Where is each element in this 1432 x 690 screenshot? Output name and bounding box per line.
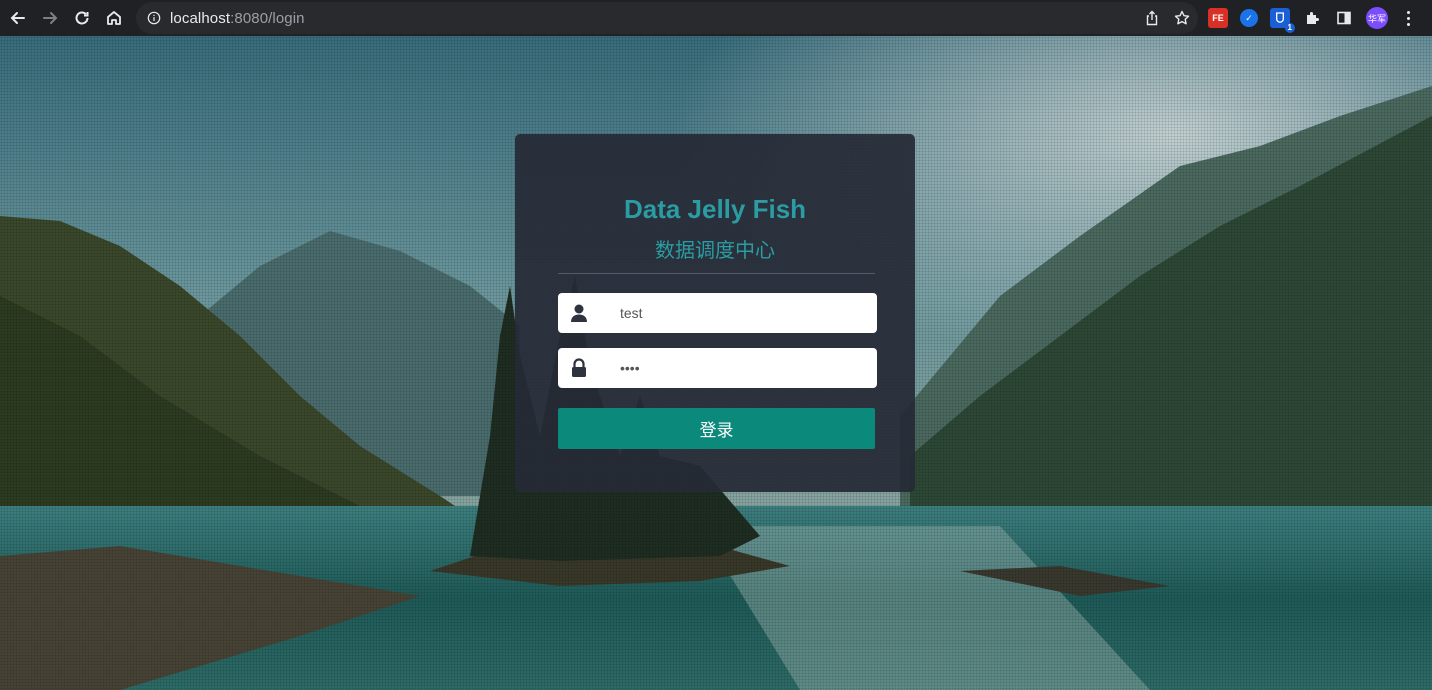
home-button[interactable] [98,2,130,34]
fe-helper-extension-icon[interactable]: FE [1208,8,1228,28]
password-field[interactable] [558,348,877,388]
url-path: :8080/login [230,9,305,27]
username-field[interactable] [558,293,877,333]
reload-button[interactable] [66,2,98,34]
side-panel-icon[interactable] [1334,8,1354,28]
share-icon[interactable] [1144,10,1160,26]
profile-avatar[interactable]: 华军 [1366,7,1388,29]
divider [558,273,875,274]
browser-toolbar: localhost:8080/login FE ✓ 1 华军 [0,0,1432,36]
forward-button[interactable] [34,2,66,34]
reload-icon [75,11,89,25]
extensions-puzzle-icon[interactable] [1302,8,1322,28]
home-icon [107,11,121,25]
app-title: Data Jelly Fish [623,194,807,224]
username-input[interactable] [620,305,860,321]
shield-extension-icon[interactable]: 1 [1270,8,1295,33]
url-host: localhost [170,9,231,27]
password-input[interactable] [620,360,860,376]
address-bar[interactable]: localhost:8080/login [136,2,1198,34]
page-viewport: Data Jelly Fish 数据调度中心 登录 [0,36,1432,690]
login-button[interactable]: 登录 [558,408,875,449]
arrow-right-icon [43,12,58,24]
check-extension-icon[interactable]: ✓ [1240,9,1258,27]
arrow-left-icon [10,12,25,24]
lock-icon [558,358,600,378]
site-info-icon[interactable] [146,10,162,26]
back-button[interactable] [2,2,34,34]
browser-menu-icon[interactable] [1400,8,1416,28]
bookmark-star-icon[interactable] [1174,10,1190,26]
url-text[interactable]: localhost:8080/login [170,10,305,27]
user-icon [558,303,600,323]
extension-badge: 1 [1284,23,1295,33]
app-subtitle: 数据调度中心 [655,238,775,262]
login-card: Data Jelly Fish 数据调度中心 登录 [515,134,915,492]
